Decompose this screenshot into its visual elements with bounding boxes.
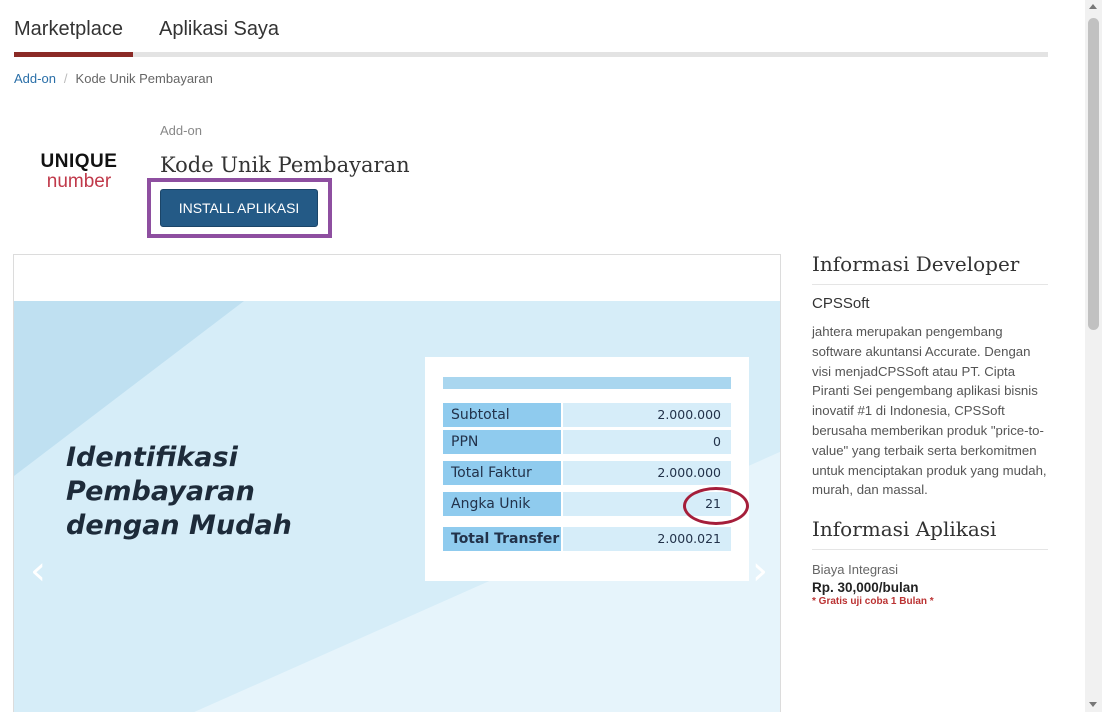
- table-row: Total Transfer 2.000.021: [443, 527, 731, 551]
- row-label: PPN: [443, 430, 561, 454]
- row-label: Total Transfer: [443, 527, 561, 551]
- logo-text-unique: UNIQUE: [40, 151, 118, 172]
- table-row: Total Faktur 2.000.000: [443, 461, 731, 485]
- slide-heading: Identifikasi Pembayaran dengan Mudah: [66, 441, 426, 543]
- developer-name: CPSSoft: [812, 295, 870, 312]
- table-header-strip: [443, 377, 731, 389]
- row-label: Angka Unik: [443, 492, 561, 516]
- scroll-down-arrow-icon[interactable]: [1089, 702, 1097, 707]
- tab-aplikasi-saya[interactable]: Aplikasi Saya: [159, 18, 279, 41]
- table-row: Subtotal 2.000.000: [443, 403, 731, 427]
- scroll-up-arrow-icon[interactable]: [1089, 4, 1097, 9]
- install-app-button[interactable]: INSTALL APLIKASI: [160, 189, 318, 227]
- info-sidebar: Informasi Developer CPSSoft jahtera meru…: [812, 252, 1048, 607]
- app-logo: UNIQUE number: [34, 152, 124, 191]
- developer-description: jahtera merupakan pengembang software ak…: [812, 324, 1047, 498]
- free-trial-note: * Gratis uji coba 1 Bulan *: [812, 596, 934, 608]
- row-value: 2.000.000: [563, 461, 731, 485]
- breadcrumb-separator: /: [63, 71, 68, 86]
- tabs-underline: [14, 52, 1048, 57]
- logo-text-number: number: [46, 171, 112, 192]
- active-tab-indicator: [14, 52, 133, 57]
- unik-highlight-circle: [683, 487, 749, 525]
- carousel-slide: Identifikasi Pembayaran dengan Mudah Sub…: [14, 301, 780, 712]
- row-label: Subtotal: [443, 403, 561, 427]
- app-title: Kode Unik Pembayaran: [160, 153, 410, 177]
- carousel-next-arrow[interactable]: ›: [752, 551, 768, 591]
- row-value: 2.000.000: [563, 403, 731, 427]
- row-label: Total Faktur: [443, 461, 561, 485]
- slide-heading-line1: Identifikasi Pembayaran: [66, 442, 255, 507]
- table-row: PPN 0: [443, 430, 731, 454]
- app-category: Add-on: [160, 123, 202, 138]
- carousel-prev-arrow[interactable]: ‹: [30, 551, 46, 591]
- row-value: 2.000.021: [563, 527, 731, 551]
- scroll-thumb[interactable]: [1088, 18, 1099, 330]
- integration-cost-label: Biaya Integrasi: [812, 562, 898, 578]
- breadcrumb-addon-link[interactable]: Add-on: [14, 71, 56, 86]
- slide-heading-line2: dengan Mudah: [66, 510, 292, 541]
- top-tabs: Marketplace Aplikasi Saya: [14, 14, 1048, 57]
- screenshot-carousel: Identifikasi Pembayaran dengan Mudah Sub…: [13, 254, 781, 712]
- tab-marketplace[interactable]: Marketplace: [14, 18, 123, 41]
- breadcrumb-current: Kode Unik Pembayaran: [75, 71, 213, 86]
- invoice-table-card: Subtotal 2.000.000 PPN 0 Total Faktur 2.…: [425, 357, 749, 581]
- app-info-heading: Informasi Aplikasi: [812, 517, 1048, 551]
- row-value: 0: [563, 430, 731, 454]
- integration-price: Rp. 30,000/bulan: [812, 580, 919, 596]
- breadcrumb: Add-on / Kode Unik Pembayaran: [14, 71, 213, 86]
- page-scrollbar[interactable]: [1085, 0, 1102, 712]
- developer-info-heading: Informasi Developer: [812, 252, 1048, 285]
